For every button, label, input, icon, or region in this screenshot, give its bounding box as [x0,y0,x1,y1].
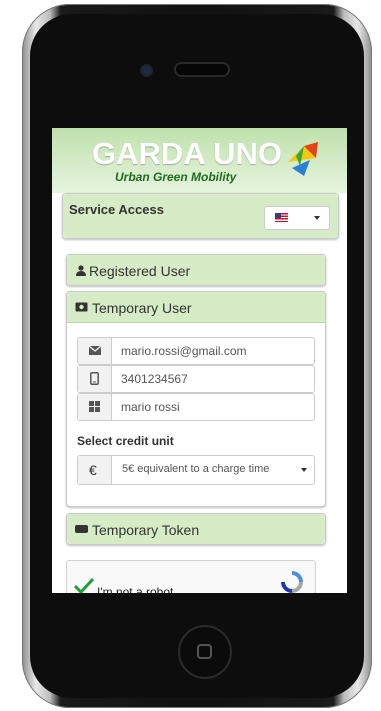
temporary-user-header[interactable]: Temporary User [67,292,325,323]
euro-icon: € [89,462,97,478]
currency-addon: € [78,456,112,484]
app-screen: GARDA UNO Urban Green Mobility Service A… [52,128,347,593]
chevron-down-icon [314,216,320,220]
earpiece-speaker [176,64,228,75]
phone-field[interactable]: 3401234567 [77,365,315,393]
app-header: GARDA UNO Urban Green Mobility [52,128,347,193]
brand-title: GARDA UNO [92,136,283,171]
mobile-phone-icon [90,372,99,385]
user-icon [76,265,86,276]
temporary-token-header[interactable]: Temporary Token [67,514,325,544]
registered-user-header[interactable]: Registered User [67,255,325,285]
front-camera-icon [142,66,151,75]
captcha-label: I'm not a robot [97,585,174,593]
email-field[interactable]: mario.rossi@gmail.com [77,337,315,365]
credit-unit-value: 5€ equivalent to a charge time [122,463,270,475]
envelope-icon [89,346,101,355]
temporary-user-panel: Temporary User mario.rossi@gmail.com 340… [66,291,326,507]
service-access-header: Service Access [63,194,338,238]
brand-tagline: Urban Green Mobility [115,170,237,184]
us-flag-icon [275,213,288,222]
registered-user-label: Registered User [89,263,191,279]
temporary-token-label: Temporary Token [92,522,200,538]
home-square-icon [197,644,212,659]
banknote-icon [75,302,88,312]
email-value: mario.rossi@gmail.com [121,344,247,358]
phone-value: 3401234567 [121,372,188,386]
temporary-user-label: Temporary User [92,300,192,316]
service-access-panel: Service Access [62,193,339,239]
chevron-down-icon [301,468,307,472]
email-addon [78,338,112,364]
name-value: mario rossi [121,400,180,414]
ticket-icon [75,525,88,533]
name-field[interactable]: mario rossi [77,393,315,421]
recaptcha-logo-icon [281,571,303,593]
name-addon [78,394,112,420]
registered-user-panel[interactable]: Registered User [66,254,326,286]
checkmark-icon [73,577,95,593]
recaptcha-widget[interactable]: I'm not a robot [66,560,316,593]
grid-icon [89,401,100,412]
service-access-title: Service Access [69,202,164,217]
credit-unit-select[interactable]: € 5€ equivalent to a charge time [77,455,315,485]
temporary-token-panel[interactable]: Temporary Token [66,513,326,545]
logo-icon [288,142,318,176]
credit-unit-label: Select credit unit [77,434,174,448]
phone-addon [78,366,112,392]
language-select[interactable] [264,206,330,230]
